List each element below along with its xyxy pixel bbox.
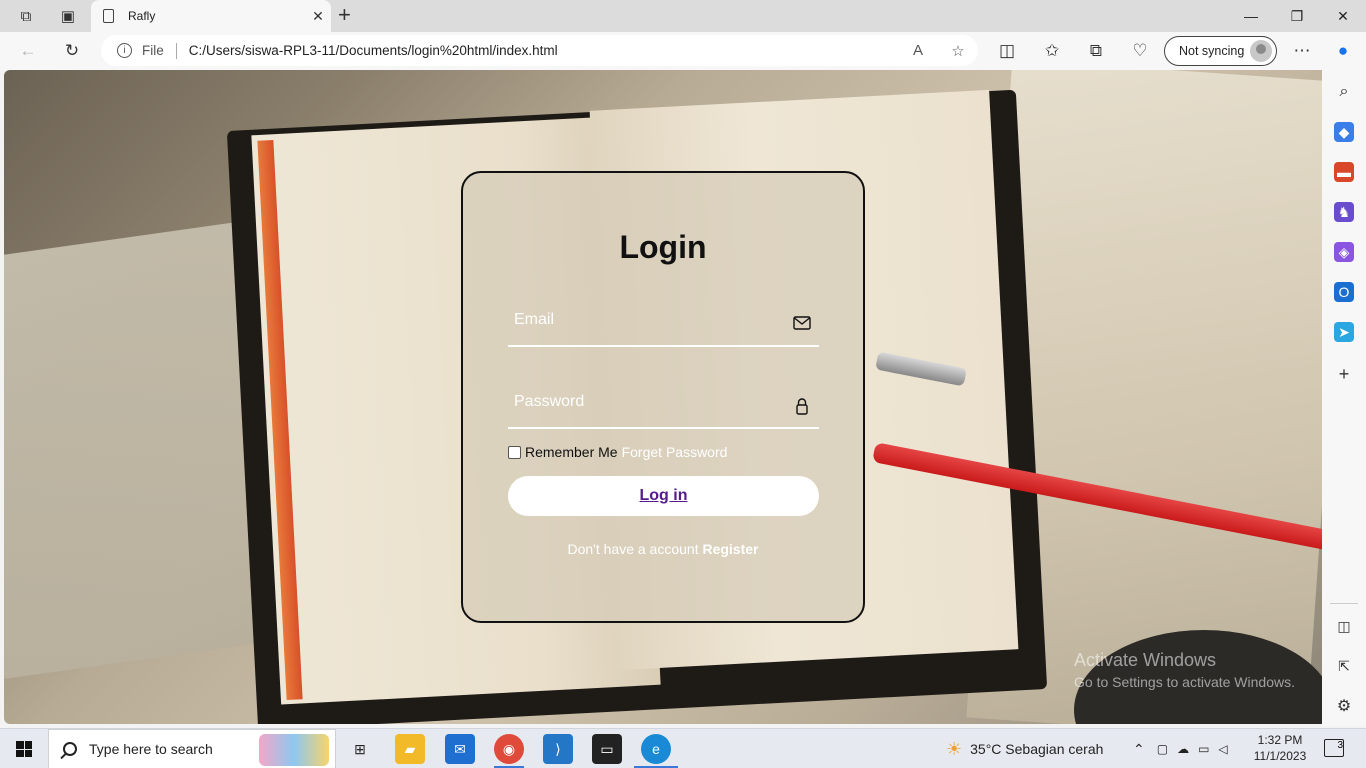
chrome-icon[interactable]: ◉ — [494, 734, 524, 764]
browser-tab-strip: ⧉ ▣ Rafly ✕ + — ❐ ✕ — [0, 0, 1366, 32]
profile-label: Not syncing — [1179, 44, 1245, 58]
login-card: Login Email Password Remember Me Forget … — [461, 171, 865, 623]
forget-password-link[interactable]: Forget Password — [622, 444, 728, 460]
network-icon[interactable]: ▭ — [1198, 742, 1209, 756]
activate-windows-watermark: Activate Windows Go to Settings to activ… — [1074, 650, 1295, 690]
vscode-icon[interactable]: ⟩ — [543, 734, 573, 764]
taskbar-search-box[interactable]: Type here to search — [48, 729, 336, 768]
remember-label[interactable]: Remember Me — [525, 444, 618, 460]
tab-rafly[interactable]: Rafly ✕ — [91, 0, 331, 32]
file-explorer-icon[interactable]: ▰ — [395, 734, 425, 764]
shopping-tag-icon[interactable]: ◆ — [1334, 122, 1354, 142]
drop-send-icon[interactable]: ➤ — [1334, 322, 1354, 342]
collections-icon[interactable]: ⧉ — [1083, 39, 1109, 63]
edge-icon[interactable]: e — [641, 734, 671, 764]
read-aloud-icon[interactable]: A — [898, 42, 938, 59]
minimize-button[interactable]: — — [1228, 0, 1274, 32]
email-field[interactable]: Email — [508, 303, 819, 347]
document-icon — [103, 9, 114, 23]
register-link[interactable]: Register — [702, 541, 758, 557]
remember-checkbox[interactable] — [508, 445, 521, 459]
tab-actions-icon[interactable]: ▣ — [55, 4, 81, 28]
volume-muted-icon[interactable]: ◁ — [1218, 742, 1227, 756]
back-button[interactable]: ← — [15, 39, 41, 63]
mail-icon — [793, 316, 811, 330]
browser-essentials-icon[interactable]: ♡ — [1127, 39, 1153, 63]
tools-toolbox-icon[interactable]: ▬ — [1334, 162, 1354, 182]
taskbar-clock[interactable]: 1:32 PM 11/1/2023 — [1248, 732, 1312, 764]
register-row: Don't have a account Register — [463, 541, 863, 557]
workspaces-icon[interactable]: ⧉ — [13, 4, 39, 28]
sidebar-settings-icon[interactable]: ⚙ — [1334, 696, 1354, 716]
search-magnifier-icon — [63, 742, 77, 756]
refresh-button[interactable]: ↻ — [59, 39, 85, 63]
meet-now-icon[interactable]: ▢ — [1157, 742, 1168, 756]
outlook-icon[interactable]: O — [1334, 282, 1354, 302]
search-placeholder: Type here to search — [89, 741, 213, 757]
favorite-star-icon[interactable]: ☆ — [938, 42, 978, 60]
login-button[interactable]: Log in — [508, 476, 819, 516]
search-highlight-image — [259, 734, 329, 766]
close-window-button[interactable]: ✕ — [1320, 0, 1366, 32]
remember-row: Remember Me Forget Password — [508, 444, 727, 460]
tab-title: Rafly — [128, 9, 156, 23]
task-view-icon[interactable]: ⊞ — [345, 734, 375, 764]
password-placeholder: Password — [514, 393, 585, 410]
notification-center-icon[interactable]: 3 — [1324, 739, 1344, 757]
microsoft-365-icon[interactable]: ◈ — [1334, 242, 1354, 262]
new-tab-button[interactable]: + — [338, 2, 351, 28]
terminal-icon[interactable]: ▭ — [592, 734, 622, 764]
login-title: Login — [619, 229, 707, 265]
windows-taskbar: Type here to search ⊞ ▰ ✉ ◉ ⟩ ▭ e ☀ 35°C… — [0, 728, 1366, 768]
open-external-icon[interactable]: ⇱ — [1334, 656, 1354, 676]
edge-sidebar: ⌕ ◆ ▬ ♞ ◈ O ➤ + ◫ ⇱ ⚙ — [1322, 70, 1366, 726]
weather-sun-icon: ☀ — [946, 738, 963, 759]
weather-widget[interactable]: ☀ 35°C Sebagian cerah — [946, 729, 1103, 768]
windows-start-icon[interactable] — [16, 741, 32, 757]
add-sidebar-app-icon[interactable]: + — [1334, 364, 1354, 384]
onedrive-icon[interactable]: ☁ — [1177, 742, 1189, 756]
games-chess-icon[interactable]: ♞ — [1334, 202, 1354, 222]
divider — [175, 42, 177, 59]
search-icon[interactable]: ⌕ — [1334, 82, 1354, 102]
clock-time: 1:32 PM — [1257, 733, 1303, 747]
split-screen-icon[interactable]: ◫ — [994, 39, 1020, 63]
url-text[interactable]: C:/Users/siswa-RPL3-11/Documents/login%2… — [189, 43, 898, 58]
favorites-icon[interactable]: ✩ — [1039, 39, 1065, 63]
weather-text: 35°C Sebagian cerah — [970, 741, 1104, 757]
notification-count: 3 — [1337, 740, 1343, 751]
hide-sidebar-icon[interactable]: ◫ — [1334, 616, 1354, 636]
copilot-icon[interactable]: ● — [1330, 39, 1356, 63]
info-icon[interactable]: i — [117, 43, 132, 58]
register-prompt: Don't have a account — [567, 541, 699, 557]
close-tab-icon[interactable]: ✕ — [305, 8, 331, 25]
email-placeholder: Email — [514, 311, 555, 328]
file-label: File — [142, 43, 164, 58]
more-menu-icon[interactable]: ⋯ — [1289, 39, 1315, 63]
clock-date: 11/1/2023 — [1253, 749, 1307, 763]
restore-button[interactable]: ❐ — [1274, 0, 1320, 32]
watermark-title: Activate Windows — [1074, 650, 1217, 670]
page-viewport: Login Email Password Remember Me Forget … — [4, 70, 1322, 724]
show-hidden-icons-icon[interactable]: ⌃ — [1133, 741, 1145, 758]
system-tray-icons: ⌃ ▢ ☁ ▭ ◁ — [1133, 729, 1228, 768]
profile-button[interactable]: Not syncing — [1164, 36, 1277, 66]
lock-icon — [796, 398, 808, 415]
browser-toolbar: ← ↻ i File C:/Users/siswa-RPL3-11/Docume… — [0, 32, 1366, 70]
avatar — [1250, 40, 1272, 62]
password-field[interactable]: Password — [508, 385, 819, 429]
address-bar[interactable]: i File C:/Users/siswa-RPL3-11/Documents/… — [101, 35, 978, 66]
mail-app-icon[interactable]: ✉ — [445, 734, 475, 764]
watermark-subtitle: Go to Settings to activate Windows. — [1074, 674, 1295, 690]
sidebar-divider — [1330, 603, 1358, 604]
